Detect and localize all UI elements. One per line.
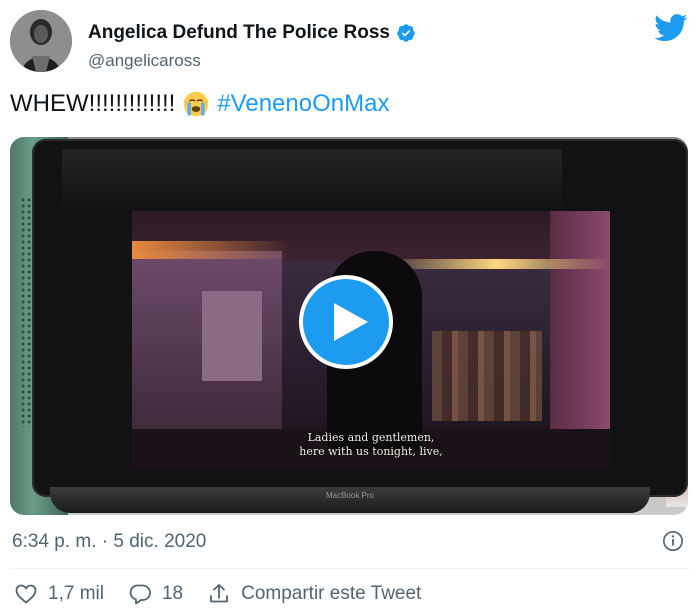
subtitle-line-1: Ladies and gentlemen,: [307, 431, 435, 444]
divider: [10, 568, 690, 569]
tweet-timestamp[interactable]: 6:34 p. m. · 5 dic. 2020: [12, 531, 206, 553]
play-icon: [334, 303, 368, 341]
share-button[interactable]: Compartir este Tweet: [207, 582, 421, 606]
video-player[interactable]: Ladies and gentlemen, here with us tonig…: [10, 137, 688, 515]
tweet-text: WHEW!!!!!!!!!!!!! #VenenoOnMax: [10, 90, 389, 118]
video-subtitle: Ladies and gentlemen, here with us tonig…: [132, 431, 610, 459]
reply-count: 18: [161, 583, 184, 604]
info-icon[interactable]: [662, 530, 684, 552]
heart-icon: [15, 584, 37, 604]
verified-badge-icon: [397, 24, 415, 42]
reply-button[interactable]: 18: [128, 582, 183, 606]
crying-face-emoji: [184, 91, 209, 117]
author-display-name[interactable]: Angelica Defund The Police Ross: [88, 22, 390, 44]
share-label: Compartir este Tweet: [241, 583, 422, 604]
laptop-base: MacBook Pro: [50, 487, 650, 513]
avatar[interactable]: [10, 10, 72, 72]
subtitle-line-2: here with us tonight, live,: [299, 445, 443, 458]
author-name-row[interactable]: Angelica Defund The Police Ross: [88, 22, 416, 44]
tweet-body: WHEW!!!!!!!!!!!!!: [10, 90, 176, 117]
play-button[interactable]: [303, 279, 389, 365]
author-handle[interactable]: @angelicaross: [88, 51, 201, 71]
twitter-bird-icon[interactable]: [654, 14, 688, 42]
laptop-label: MacBook Pro: [325, 491, 375, 500]
tweet-header: Angelica Defund The Police Ross @angelic…: [10, 10, 690, 74]
reply-icon: [129, 584, 151, 605]
hashtag-link[interactable]: #VenenoOnMax: [217, 90, 389, 118]
like-button[interactable]: 1,7 mil: [14, 582, 104, 606]
like-count: 1,7 mil: [48, 583, 104, 604]
tweet-actions: 1,7 mil 18 Compartir este Tweet: [14, 582, 445, 606]
share-icon: [210, 584, 229, 603]
